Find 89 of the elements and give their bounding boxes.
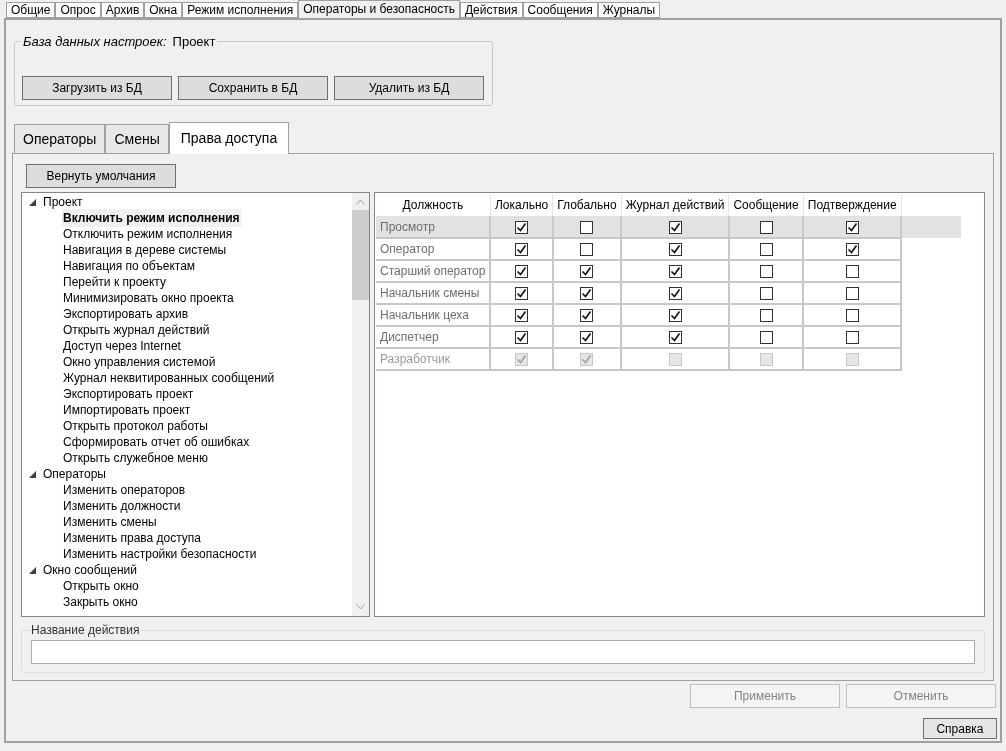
tree-item[interactable]: Включить режим исполнения <box>62 209 241 227</box>
checkbox[interactable] <box>580 287 594 301</box>
tab[interactable]: Окна <box>144 2 183 18</box>
database-button[interactable]: Загрузить из БД <box>22 75 172 100</box>
role-name: Оператор <box>380 242 435 256</box>
tab[interactable]: Операторы <box>14 124 106 153</box>
checkbox[interactable] <box>759 287 773 301</box>
checkbox[interactable] <box>845 265 859 279</box>
checkbox[interactable] <box>759 220 773 234</box>
checkbox[interactable] <box>580 331 594 345</box>
tree-item[interactable]: Открыть протокол работы <box>62 417 209 435</box>
checkbox[interactable] <box>845 243 859 257</box>
scrollbar[interactable] <box>352 193 369 616</box>
project-name: Проект <box>172 33 216 51</box>
tree-item[interactable]: Изменить смены <box>62 513 158 531</box>
checkbox[interactable] <box>759 243 773 257</box>
tree-item[interactable]: Изменить операторов <box>62 481 187 499</box>
tree-item[interactable]: Импортировать проект <box>62 401 192 419</box>
tab[interactable]: Журналы <box>597 2 661 18</box>
tree-item[interactable]: Навигация по объектам <box>62 257 197 275</box>
checkbox[interactable] <box>515 287 529 301</box>
tab[interactable]: Операторы и безопасность <box>298 0 460 18</box>
checkbox[interactable] <box>668 331 682 345</box>
tree-item[interactable]: Навигация в дереве системы <box>62 241 228 259</box>
tab[interactable]: Действия <box>459 2 523 18</box>
checkbox[interactable] <box>845 287 859 301</box>
expander-icon[interactable] <box>29 566 36 574</box>
tree-item[interactable]: Открыть журнал действий <box>62 321 211 339</box>
tab[interactable]: Архив <box>100 2 145 18</box>
checkbox[interactable] <box>515 243 529 257</box>
scrollbar-thumb[interactable] <box>352 210 369 300</box>
tab[interactable]: Общие <box>6 2 56 18</box>
role-name: Начальник смены <box>380 286 480 300</box>
tab[interactable]: Опрос <box>55 2 101 18</box>
checkbox[interactable] <box>515 220 529 234</box>
checkbox[interactable] <box>580 265 594 279</box>
database-button[interactable]: Удалить из БД <box>334 75 484 100</box>
role-name: Старший оператор <box>380 264 486 278</box>
role-name: Разработчик <box>380 352 450 366</box>
tab[interactable]: Режим исполнения <box>182 2 299 18</box>
reset-defaults-button[interactable]: Вернуть умолчания <box>26 164 176 188</box>
checkbox[interactable] <box>580 309 594 323</box>
tree-item[interactable]: Изменить должности <box>62 497 182 515</box>
role-name: Начальник цеха <box>380 308 469 322</box>
tree-item[interactable]: Открыть окно <box>62 577 140 595</box>
role-name: Просмотр <box>380 219 435 234</box>
tab[interactable]: Смены <box>105 124 169 153</box>
tree-item[interactable]: Изменить права доступа <box>62 529 203 547</box>
tree-item[interactable]: Проект <box>43 193 83 211</box>
tree-item[interactable]: Перейти к проекту <box>62 273 167 291</box>
help-button[interactable]: Справка <box>923 718 997 739</box>
checkbox[interactable] <box>580 220 594 234</box>
checkbox[interactable] <box>515 309 529 323</box>
group-label: База данных настроек: <box>23 33 167 51</box>
checkbox[interactable] <box>845 331 859 345</box>
checkbox[interactable] <box>845 309 859 323</box>
tree-item[interactable]: Экспортировать проект <box>62 385 195 403</box>
checkbox[interactable] <box>759 309 773 323</box>
expander-icon[interactable] <box>29 470 36 478</box>
tree-item[interactable]: Операторы <box>43 465 106 483</box>
checkbox[interactable] <box>668 309 682 323</box>
tree-item[interactable]: Изменить настройки безопасности <box>62 545 258 563</box>
tab[interactable]: Права доступа <box>168 122 290 154</box>
checkbox[interactable] <box>668 265 682 279</box>
checkbox[interactable] <box>668 220 682 234</box>
checkbox[interactable] <box>668 287 682 301</box>
tree-item[interactable]: Журнал неквитированных сообщений <box>62 369 276 387</box>
tree-item[interactable]: Минимизировать окно проекта <box>62 289 235 307</box>
tree-item[interactable]: Доступ через Internet <box>62 337 182 355</box>
checkbox[interactable] <box>845 220 859 234</box>
tree-item[interactable]: Окно сообщений <box>43 561 138 579</box>
checkbox[interactable] <box>515 331 529 345</box>
checkbox[interactable] <box>515 265 529 279</box>
expander-icon[interactable] <box>29 198 36 206</box>
checkbox[interactable] <box>759 265 773 279</box>
field-label: Название действия <box>30 622 141 639</box>
database-button[interactable]: Сохранить в БД <box>178 75 328 100</box>
tree-item[interactable]: Сформировать отчет об ошибках <box>62 433 251 451</box>
tree-item[interactable]: Закрыть окно <box>62 593 139 611</box>
role-name: Диспетчер <box>380 330 439 344</box>
tab[interactable]: Сообщения <box>522 2 598 18</box>
action-name-field[interactable] <box>31 640 975 664</box>
checkbox[interactable] <box>580 243 594 257</box>
tree-item[interactable]: Экспортировать архив <box>62 305 190 323</box>
tree-item[interactable]: Отключить режим исполнения <box>62 225 234 243</box>
checkbox[interactable] <box>668 243 682 257</box>
tree-item[interactable]: Окно управления системой <box>62 353 217 371</box>
tree-item[interactable]: Открыть служебное меню <box>62 449 209 467</box>
checkbox[interactable] <box>759 331 773 345</box>
